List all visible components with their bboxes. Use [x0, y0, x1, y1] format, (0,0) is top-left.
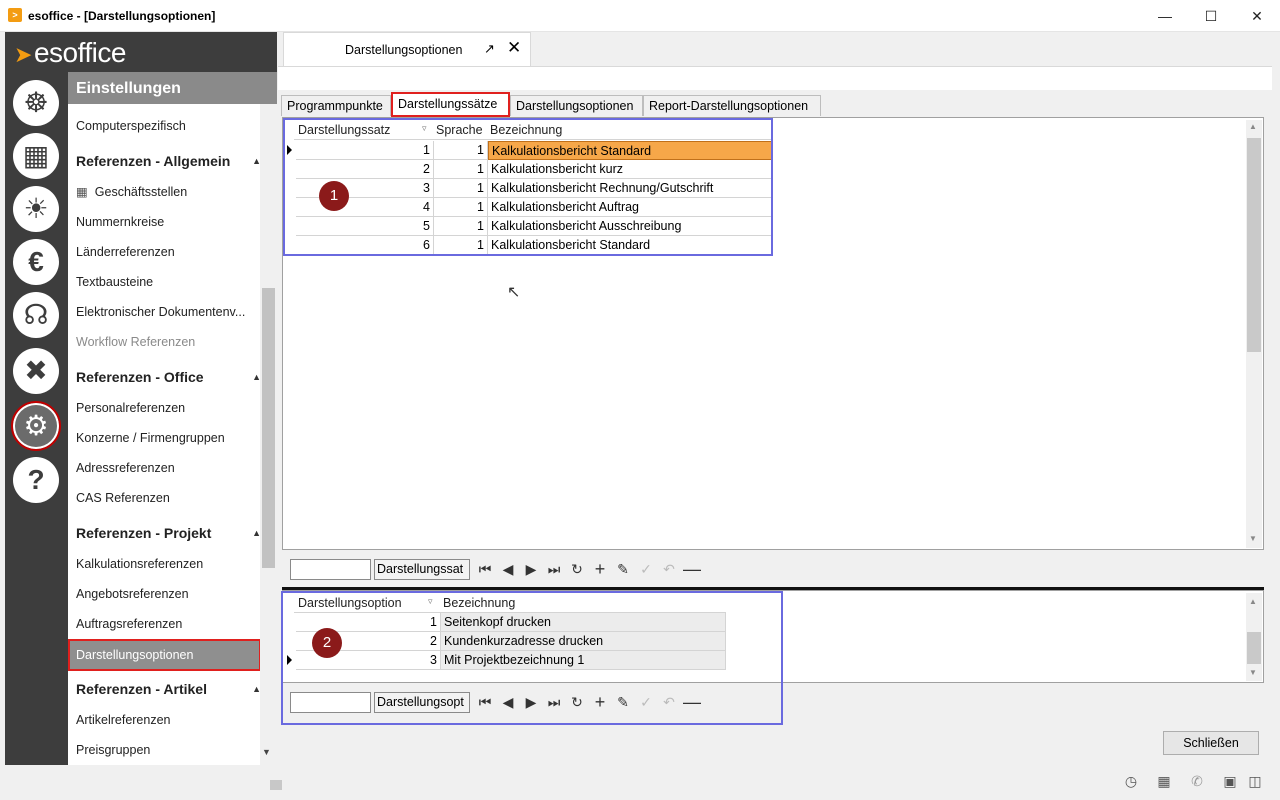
tab-close-icon[interactable]: ✕ [507, 38, 521, 58]
sidebar-item-kalkulationsreferenzen[interactable]: Kalkulationsreferenzen [76, 557, 203, 571]
minimize-icon[interactable]: — [1142, 0, 1188, 32]
lock-icon[interactable]: ▣ [1221, 772, 1239, 790]
sidebar-group-office[interactable]: Referenzen - Office ▲ [76, 369, 261, 385]
helm-icon[interactable]: ☸ [13, 80, 59, 126]
sidebar-group-allgemein[interactable]: Referenzen - Allgemein ▲ [76, 153, 261, 169]
add-icon[interactable]: + [590, 559, 610, 579]
sidebar-item-adressreferenzen[interactable]: Adressreferenzen [76, 461, 175, 475]
sidebar-item-cas[interactable]: CAS Referenzen [76, 491, 170, 505]
grid1-scroll-thumb[interactable] [1247, 138, 1261, 352]
navigator-input-1[interactable] [290, 559, 371, 580]
sidebar-item-workflow[interactable]: Workflow Referenzen [76, 335, 195, 349]
building-icon: ▦ [76, 185, 88, 199]
settings-sidebar: Computerspezifisch Referenzen - Allgemei… [68, 72, 277, 765]
sidebar-item-geschaeftsstellen[interactable]: ▦ Geschäftsstellen [76, 184, 187, 199]
window-title: esoffice - [Darstellungsoptionen] [28, 9, 216, 23]
next-icon[interactable]: ▶ [521, 559, 541, 579]
database-icon[interactable]: ◫ [1246, 772, 1264, 790]
sidebar-group-artikel[interactable]: Referenzen - Artikel ▲ [76, 681, 261, 697]
headset-icon[interactable]: ☊ [13, 292, 59, 338]
sidebar-item-artikelreferenzen[interactable]: Artikelreferenzen [76, 713, 171, 727]
navigator-label-button-1[interactable]: Darstellungssat [374, 559, 470, 580]
sidebar-item-computerspezifisch[interactable]: Computerspezifisch [76, 119, 186, 133]
refresh-icon[interactable]: ↻ [567, 559, 587, 579]
edit-icon[interactable]: ✎ [613, 559, 633, 579]
tab-report-darstellungsoptionen[interactable]: Report-Darstellungsoptionen [643, 95, 821, 116]
sidebar-item-nummernkreise[interactable]: Nummernkreise [76, 215, 164, 229]
scroll-down-icon[interactable]: ▼ [262, 747, 271, 757]
scroll-down-icon[interactable]: ▼ [1249, 668, 1257, 677]
building-icon[interactable]: ▦ [1155, 772, 1173, 790]
tab-programmpunkte[interactable]: Programmpunkte [281, 95, 391, 116]
popout-icon[interactable]: ↗ [484, 41, 495, 57]
prev-icon[interactable]: ◀ [498, 559, 518, 579]
phone-icon[interactable]: ✆ [1188, 772, 1206, 790]
highlight-box-1 [283, 118, 773, 256]
content-header [278, 66, 1272, 90]
scroll-up-icon[interactable]: ▲ [1249, 597, 1257, 606]
last-icon[interactable]: ⏭ [544, 559, 564, 579]
scroll-down-icon[interactable]: ▼ [1249, 534, 1257, 543]
sidebar-scroll-thumb[interactable] [262, 288, 275, 568]
sidebar-item-textbausteine[interactable]: Textbausteine [76, 275, 153, 289]
logo: ➤esoffice [14, 37, 126, 68]
status-bar [0, 765, 1280, 800]
sidebar-item-auftragsreferenzen[interactable]: Auftragsreferenzen [76, 617, 182, 631]
sidebar-item-konzerne[interactable]: Konzerne / Firmengruppen [76, 431, 225, 445]
sidebar-item-dokumentenv[interactable]: Elektronischer Dokumentenv... [76, 305, 245, 319]
maximize-icon[interactable]: ☐ [1188, 0, 1234, 32]
alarm-light-icon[interactable]: ☀ [13, 186, 59, 232]
document-tab-label: Darstellungsoptionen [345, 43, 463, 57]
close-button[interactable]: Schließen [1163, 731, 1259, 755]
app-icon: > [8, 8, 22, 22]
sidebar-item-angebotsreferenzen[interactable]: Angebotsreferenzen [76, 587, 189, 601]
sidebar-header: Einstellungen [68, 72, 277, 104]
help-icon[interactable]: ? [13, 457, 59, 503]
sidebar-group-projekt[interactable]: Referenzen - Projekt ▲ [76, 525, 261, 541]
sidebar-item-laenderreferenzen[interactable]: Länderreferenzen [76, 245, 175, 259]
sidebar-item-personalreferenzen[interactable]: Personalreferenzen [76, 401, 185, 415]
mouse-cursor-icon: ↖ [507, 284, 521, 301]
annotation-badge-1: 1 [319, 181, 349, 211]
calculator-icon[interactable]: ▦ [13, 133, 59, 179]
cancel-icon[interactable]: ↶ [659, 559, 679, 579]
resize-grip-icon [270, 780, 282, 790]
tab-darstellungsoptionen[interactable]: Darstellungsoptionen [510, 95, 643, 116]
tools-icon[interactable]: ✖ [13, 348, 59, 394]
post-icon[interactable]: ✓ [636, 559, 656, 579]
tab-darstellungssaetze[interactable]: Darstellungssätze [391, 92, 510, 117]
first-icon[interactable]: ⏮ [475, 559, 495, 579]
delete-icon[interactable]: — [682, 559, 702, 579]
gears-icon[interactable]: ⚙ [11, 401, 61, 451]
close-icon[interactable]: ✕ [1234, 0, 1280, 32]
sidebar-item-darstellungsoptionen[interactable]: Darstellungsoptionen [68, 639, 261, 671]
scroll-up-icon[interactable]: ▲ [1249, 122, 1257, 131]
sidebar-item-preisgruppen[interactable]: Preisgruppen [76, 743, 150, 757]
grid2-scroll-thumb[interactable] [1247, 632, 1261, 664]
annotation-badge-2: 2 [312, 628, 342, 658]
highlight-box-2 [281, 591, 783, 725]
clock-icon[interactable]: ◷ [1122, 772, 1140, 790]
euro-icon[interactable]: € [13, 239, 59, 285]
